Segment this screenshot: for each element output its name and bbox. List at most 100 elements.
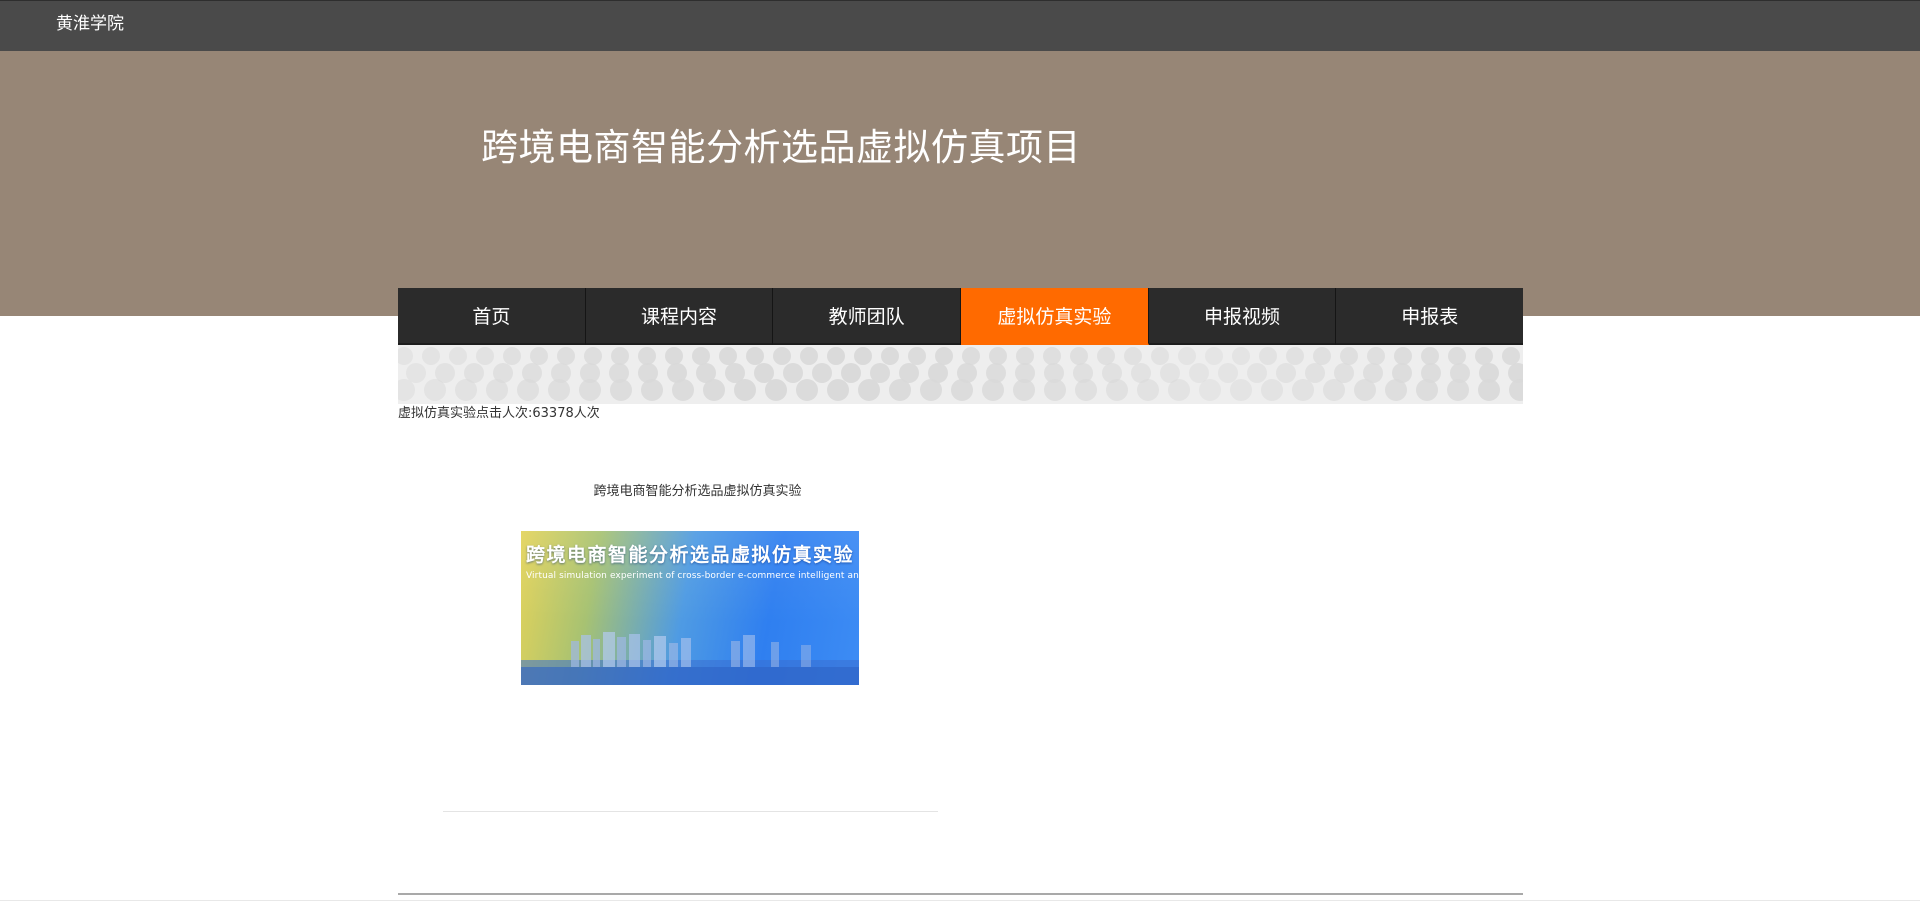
city-skyline-image <box>521 632 859 685</box>
decorative-dot <box>1013 379 1035 401</box>
decorative-dot <box>611 347 629 365</box>
decorative-dot <box>773 347 791 365</box>
decorative-dot <box>1394 347 1412 365</box>
decorative-dot <box>1070 347 1088 365</box>
decorative-dot <box>1276 363 1296 383</box>
decorative-dot <box>1448 347 1466 365</box>
decorative-dot <box>1478 379 1500 401</box>
decorative-dot <box>1447 379 1469 401</box>
decorative-dot <box>841 363 861 383</box>
content-divider <box>443 811 938 812</box>
decorative-dot <box>455 379 477 401</box>
decorative-dot <box>858 379 880 401</box>
nav-item-application-video[interactable]: 申报视频 <box>1148 288 1337 345</box>
decorative-dot <box>754 363 774 383</box>
decorative-dot <box>962 347 980 365</box>
decorative-dot <box>1305 363 1325 383</box>
decorative-dot <box>800 347 818 365</box>
decorative-dot <box>579 379 601 401</box>
decorative-dot <box>920 379 942 401</box>
decorative-dot <box>503 347 521 365</box>
decorative-dot <box>1247 363 1267 383</box>
decorative-dot <box>812 363 832 383</box>
decorative-dot <box>1323 379 1345 401</box>
decorative-dot <box>641 379 663 401</box>
image-title-text: 跨境电商智能分析选品虚拟仿真实验 <box>526 544 855 566</box>
nav-item-application-form[interactable]: 申报表 <box>1336 288 1524 345</box>
visit-counter: 虚拟仿真实验点击人次:63378人次 <box>398 405 600 423</box>
decorative-dot <box>1286 347 1304 365</box>
decorative-dot <box>449 347 467 365</box>
decorative-dot <box>1230 379 1252 401</box>
decorative-dot <box>1502 347 1520 365</box>
decorative-dot <box>1509 379 1523 401</box>
decorative-dot <box>881 347 899 365</box>
decorative-dot <box>1043 347 1061 365</box>
page-title: 跨境电商智能分析选品虚拟仿真项目 <box>481 126 1081 169</box>
decorative-dot <box>827 347 845 365</box>
decorative-dot <box>476 347 494 365</box>
experiment-title: 跨境电商智能分析选品虚拟仿真实验 <box>593 484 802 499</box>
decorative-dot <box>827 379 849 401</box>
decorative-dot <box>517 379 539 401</box>
decorative-dot <box>1044 379 1066 401</box>
decorative-dot <box>1416 379 1438 401</box>
footer-divider <box>398 893 1523 895</box>
decorative-dot <box>548 379 570 401</box>
decorative-dot <box>1475 347 1493 365</box>
decorative-dot <box>854 347 872 365</box>
nav-item-teacher-team[interactable]: 教师团队 <box>773 288 962 345</box>
decorative-dot <box>908 347 926 365</box>
decorative-dot <box>672 379 694 401</box>
site-brand-link[interactable]: 黄淮学院 <box>56 13 124 35</box>
dot-pattern <box>398 347 1523 401</box>
visit-counter-label: 虚拟仿真实验点击人次: <box>398 406 533 421</box>
decorative-dot <box>692 347 710 365</box>
decorative-dot <box>424 379 446 401</box>
decorative-dot <box>889 379 911 401</box>
decorative-dot-strip <box>398 345 1523 404</box>
decorative-dot <box>951 379 973 401</box>
decorative-dot <box>584 347 602 365</box>
decorative-dot <box>1232 347 1250 365</box>
decorative-dot <box>1106 379 1128 401</box>
decorative-dot <box>1205 347 1223 365</box>
decorative-dot <box>989 347 1007 365</box>
decorative-dot <box>530 347 548 365</box>
decorative-dot <box>1313 347 1331 365</box>
experiment-cover-image[interactable]: 跨境电商智能分析选品虚拟仿真实验 Virtual simulation expe… <box>521 531 859 685</box>
nav-item-virtual-experiment[interactable]: 虚拟仿真实验 <box>961 288 1149 345</box>
decorative-dot <box>1168 379 1190 401</box>
header-banner: 跨境电商智能分析选品虚拟仿真项目 <box>0 51 1920 316</box>
decorative-dot <box>1385 379 1407 401</box>
decorative-dot <box>1354 379 1376 401</box>
decorative-dot <box>935 347 953 365</box>
page-bottom-line <box>0 900 1920 901</box>
decorative-dot <box>734 379 756 401</box>
decorative-dot <box>486 379 508 401</box>
decorative-dot <box>765 379 787 401</box>
decorative-dot <box>406 363 426 383</box>
visit-counter-value: 63378 <box>532 406 574 421</box>
decorative-dot <box>719 347 737 365</box>
decorative-dot <box>703 379 725 401</box>
decorative-dot <box>796 379 818 401</box>
decorative-dot <box>1151 347 1169 365</box>
decorative-dot <box>1097 347 1115 365</box>
decorative-dot <box>1367 347 1385 365</box>
decorative-dot <box>1199 379 1221 401</box>
decorative-dot <box>1259 347 1277 365</box>
nav-item-home[interactable]: 首页 <box>398 288 586 345</box>
visit-counter-unit: 人次 <box>573 406 600 421</box>
decorative-dot <box>783 363 803 383</box>
decorative-dot <box>638 347 656 365</box>
decorative-dot <box>1137 379 1159 401</box>
nav-item-course-content[interactable]: 课程内容 <box>585 288 774 345</box>
main-nav: 首页 课程内容 教师团队 虚拟仿真实验 申报视频 申报表 <box>398 288 1524 345</box>
decorative-dot <box>557 347 575 365</box>
decorative-dot <box>422 347 440 365</box>
decorative-dot <box>1016 347 1034 365</box>
decorative-dot <box>1340 347 1358 365</box>
decorative-dot <box>1178 347 1196 365</box>
decorative-dot <box>398 347 413 365</box>
